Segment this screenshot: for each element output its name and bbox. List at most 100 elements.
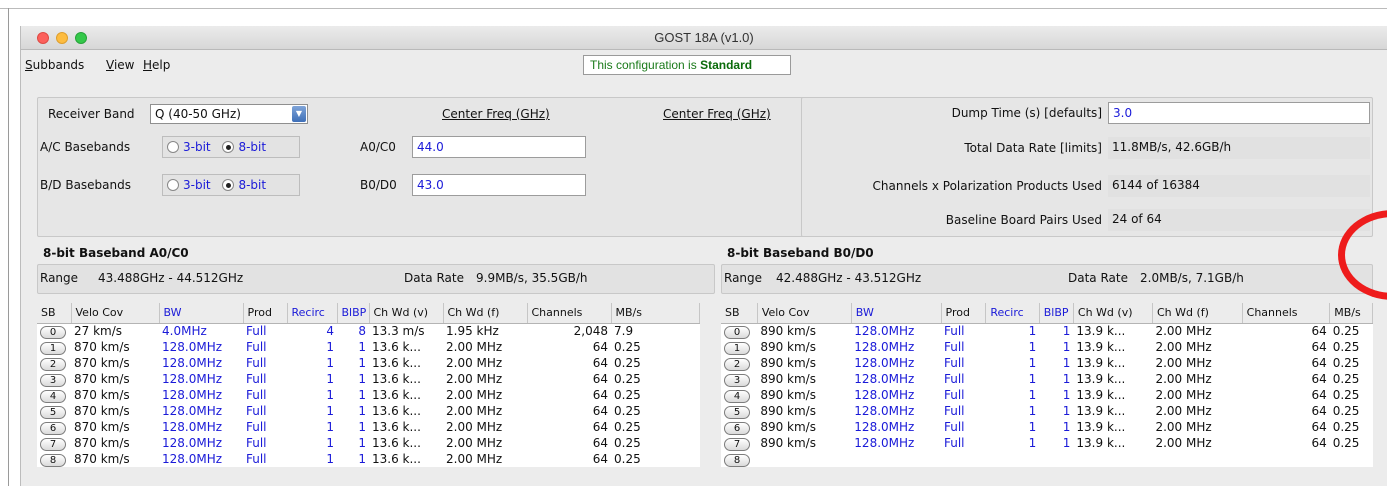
column-header-mb-s[interactable]: MB/s <box>611 303 700 324</box>
column-header-channels[interactable]: Channels <box>1242 303 1331 324</box>
subband-number-button[interactable]: 6 <box>40 421 66 435</box>
column-header-blbp[interactable]: BlBP <box>1039 303 1074 324</box>
subband-number-button[interactable]: 8 <box>724 453 750 467</box>
table-row[interactable]: 3 870 km/s 128.0MHz Full 1 1 13.6 k... 2.00 MHz… <box>37 371 699 387</box>
bw-cell: 128.0MHz <box>854 323 915 338</box>
column-header-blbp[interactable]: BlBP <box>337 303 370 324</box>
table-row[interactable]: 4 890 km/s 128.0MHz Full 1 1 13.9 k... 2.00 MHz… <box>721 387 1373 403</box>
subband-cell: 2 <box>37 355 71 371</box>
chv-cell: 13.9 k... <box>1076 435 1126 450</box>
subband-number-button[interactable]: 7 <box>724 437 750 451</box>
recirc-cell: 1 <box>1028 387 1037 402</box>
subband-number-button[interactable]: 5 <box>724 405 750 419</box>
table-row[interactable]: 3 890 km/s 128.0MHz Full 1 1 13.9 k... 2.00 MHz… <box>721 371 1373 387</box>
ac-8bit-radio[interactable]: 8-bit <box>222 140 266 154</box>
subband-number-button[interactable]: 1 <box>724 341 750 355</box>
chf-cell: 2.00 MHz <box>1155 371 1212 386</box>
table-row[interactable]: 6 890 km/s 128.0MHz Full 1 1 13.9 k... 2.00 MHz… <box>721 419 1373 435</box>
mbs-cell: 0.25 <box>614 339 641 354</box>
chv-cell <box>1073 451 1152 467</box>
subband-number-button[interactable]: 2 <box>724 357 750 371</box>
table-row[interactable]: 7 870 km/s 128.0MHz Full 1 1 13.6 k... 2.00 MHz… <box>37 435 699 451</box>
table-row[interactable]: 2 870 km/s 128.0MHz Full 1 1 13.6 k... 2.00 MHz… <box>37 355 699 371</box>
chf-cell: 2.00 MHz <box>446 419 503 434</box>
column-header-ch-wd-f[interactable]: Ch Wd (f) <box>443 303 528 324</box>
column-header-bw[interactable]: BW <box>159 303 244 324</box>
subband-number-button[interactable]: 3 <box>724 373 750 387</box>
column-header-mb-s[interactable]: MB/s <box>1329 303 1373 324</box>
recirc-cell <box>986 451 1039 467</box>
bd-3bit-radio[interactable]: 3-bit <box>167 178 211 192</box>
prod-cell: Full <box>246 371 267 386</box>
center-freq-header-2: Center Freq (GHz) <box>663 107 771 121</box>
prod-cell: Full <box>944 339 965 354</box>
b0-d0-center-freq-input[interactable]: 43.0 <box>412 174 586 196</box>
prod-cell <box>941 451 986 467</box>
velo-cell: 870 km/s <box>74 419 130 434</box>
velo-cell: 870 km/s <box>74 387 130 402</box>
subband-number-button[interactable]: 0 <box>40 325 66 339</box>
prod-cell: Full <box>246 419 267 434</box>
table-row[interactable]: 8 <box>721 451 1373 467</box>
recirc-cell: 1 <box>1028 339 1037 354</box>
column-header-ch-wd-v[interactable]: Ch Wd (v) <box>369 303 444 324</box>
subband-number-button[interactable]: 3 <box>40 373 66 387</box>
bw-cell: 128.0MHz <box>162 403 223 418</box>
menu-subbands[interactable]: Subbands <box>25 58 84 72</box>
column-header-recirc[interactable]: Recirc <box>287 303 338 324</box>
column-header-channels[interactable]: Channels <box>527 303 612 324</box>
subband-number-button[interactable]: 1 <box>40 341 66 355</box>
recirc-cell: 1 <box>1028 371 1037 386</box>
column-header-bw[interactable]: BW <box>851 303 942 324</box>
table-row[interactable]: 1 870 km/s 128.0MHz Full 1 1 13.6 k... 2.00 MHz… <box>37 339 699 355</box>
table-row[interactable]: 0 27 km/s 4.0MHz Full 4 8 13.3 m/s 1.95 kHz 2,04… <box>37 323 699 339</box>
column-header-sb[interactable]: SB <box>721 303 758 324</box>
column-header-prod[interactable]: Prod <box>243 303 288 324</box>
panel-a-range-value: 43.488GHz - 44.512GHz <box>98 271 244 285</box>
column-header-velo-cov[interactable]: Velo Cov <box>757 303 852 324</box>
subband-number-button[interactable]: 4 <box>724 389 750 403</box>
receiver-band-select[interactable]: Q (40-50 GHz) ▼ <box>150 104 308 124</box>
table-row[interactable]: 1 890 km/s 128.0MHz Full 1 1 13.9 k... 2.00 MHz… <box>721 339 1373 355</box>
recirc-cell: 1 <box>1028 435 1037 450</box>
table-row[interactable]: 8 870 km/s 128.0MHz Full 1 1 13.6 k... 2.00 MHz… <box>37 451 699 467</box>
column-header-ch-wd-f[interactable]: Ch Wd (f) <box>1152 303 1243 324</box>
table-row[interactable]: 5 870 km/s 128.0MHz Full 1 1 13.6 k... 2.00 MHz… <box>37 403 699 419</box>
prod-cell: Full <box>246 451 267 466</box>
prod-cell: Full <box>246 339 267 354</box>
table-row[interactable]: 7 890 km/s 128.0MHz Full 1 1 13.9 k... 2.00 MHz… <box>721 435 1373 451</box>
blbp-cell: 1 <box>358 355 366 370</box>
menu-view[interactable]: View <box>106 58 134 72</box>
menu-help[interactable]: Help <box>143 58 170 72</box>
column-header-recirc[interactable]: Recirc <box>985 303 1040 324</box>
subband-number-button[interactable]: 7 <box>40 437 66 451</box>
subband-cell: 3 <box>721 371 757 387</box>
column-header-prod[interactable]: Prod <box>941 303 987 324</box>
subband-number-button[interactable]: 6 <box>724 421 750 435</box>
table-row[interactable]: 4 870 km/s 128.0MHz Full 1 1 13.6 k... 2.00 MHz… <box>37 387 699 403</box>
ac-3bit-radio[interactable]: 3-bit <box>167 140 211 154</box>
table-row[interactable]: 6 870 km/s 128.0MHz Full 1 1 13.6 k... 2.00 MHz… <box>37 419 699 435</box>
subband-number-button[interactable]: 8 <box>40 453 66 467</box>
subband-number-button[interactable]: 4 <box>40 389 66 403</box>
a0-c0-center-freq-input[interactable]: 44.0 <box>412 136 586 158</box>
column-header-ch-wd-v[interactable]: Ch Wd (v) <box>1073 303 1153 324</box>
table-row[interactable]: 2 890 km/s 128.0MHz Full 1 1 13.9 k... 2.00 MHz… <box>721 355 1373 371</box>
subband-number-button[interactable]: 0 <box>724 325 750 339</box>
ac-bit-radio-group: 3-bit 8-bit <box>162 136 300 158</box>
ch-cell: 64 <box>592 451 608 466</box>
subband-number-button[interactable]: 2 <box>40 357 66 371</box>
velo-cell: 870 km/s <box>74 339 130 354</box>
chv-cell: 13.9 k... <box>1076 403 1126 418</box>
bd-8bit-radio[interactable]: 8-bit <box>222 178 266 192</box>
panel-b-range-label: Range <box>724 271 763 285</box>
column-header-velo-cov[interactable]: Velo Cov <box>71 303 160 324</box>
dump-time-input[interactable]: 3.0 <box>1108 102 1370 124</box>
subband-number-button[interactable]: 5 <box>40 405 66 419</box>
table-header-row: SB Velo Cov BW Prod Recirc BlBP Ch Wd (v) Ch Wd… <box>721 303 1373 324</box>
mbs-cell: 0.25 <box>1332 387 1360 402</box>
table-row[interactable]: 5 890 km/s 128.0MHz Full 1 1 13.9 k... 2.00 MHz… <box>721 403 1373 419</box>
table-row[interactable]: 0 890 km/s 128.0MHz Full 1 1 13.9 k... 2.00 MHz… <box>721 323 1373 339</box>
menu-subbands-label: ubbands <box>32 58 85 72</box>
column-header-sb[interactable]: SB <box>37 303 72 324</box>
